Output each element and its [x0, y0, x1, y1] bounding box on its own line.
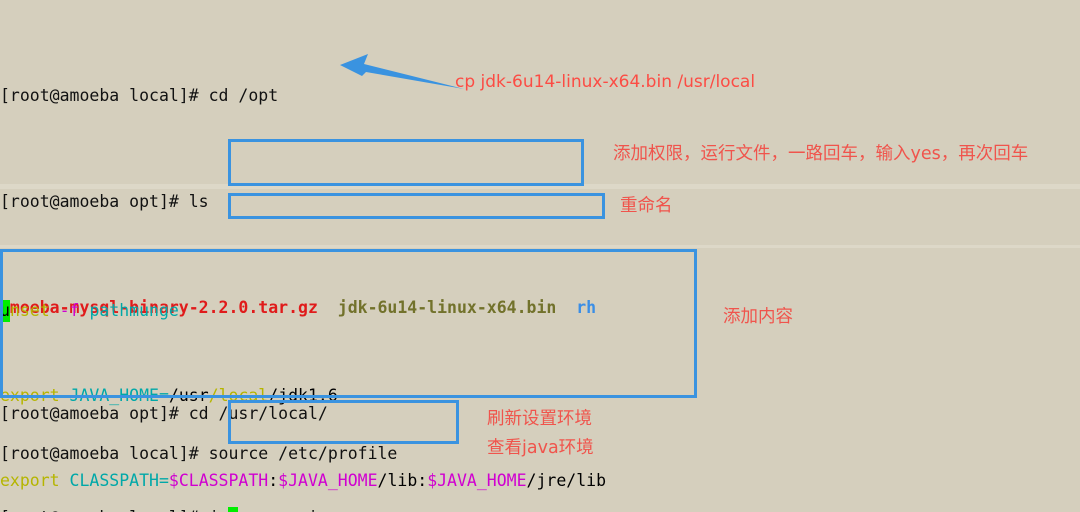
annotation-rename-note: 重命名: [620, 196, 673, 216]
shell-prompt: [root@amoeba local]#: [0, 508, 209, 512]
annotation-version-note: 查看java环境: [487, 438, 594, 458]
terminal-screenshot: [root@amoeba local]# cd /opt [root@amoeb…: [0, 0, 1080, 512]
vim-line-unset: unset -f pathmunge: [0, 300, 1080, 322]
pointer-arrow-icon: [340, 54, 464, 89]
command-ls: ls: [188, 191, 209, 211]
annotation-chmod-note: 添加权限，运行文件，一路回车，输入yes，再次回车: [613, 144, 1029, 164]
terminal-cursor-bottom: [228, 507, 238, 512]
command-source-profile: source /etc/profile: [208, 444, 398, 464]
shell-prompt: [root@amoeba opt]#: [0, 191, 189, 211]
vim-kw-unset: nset: [9, 301, 50, 321]
vim-cursor: u: [0, 300, 10, 322]
annotation-copy-command: cp jdk-6u14-linux-x64.bin /usr/local: [455, 72, 756, 92]
annotation-source-note: 刷新设置环境: [487, 409, 592, 429]
vim-flag-f: -f: [59, 301, 80, 321]
vim-arg-pathmunge: pathmunge: [89, 301, 179, 321]
shell-prompt: [root@amoeba local]#: [0, 85, 209, 105]
terminal-line: [root@amoeba opt]# ls: [0, 191, 1080, 212]
terminal-line: [root@amoeba local]# java -version: [0, 507, 1080, 512]
command-cd-opt: cd /opt: [208, 85, 279, 105]
shell-prompt: [root@amoeba local]#: [0, 444, 209, 464]
annotation-append-note: 添加内容: [723, 307, 793, 327]
